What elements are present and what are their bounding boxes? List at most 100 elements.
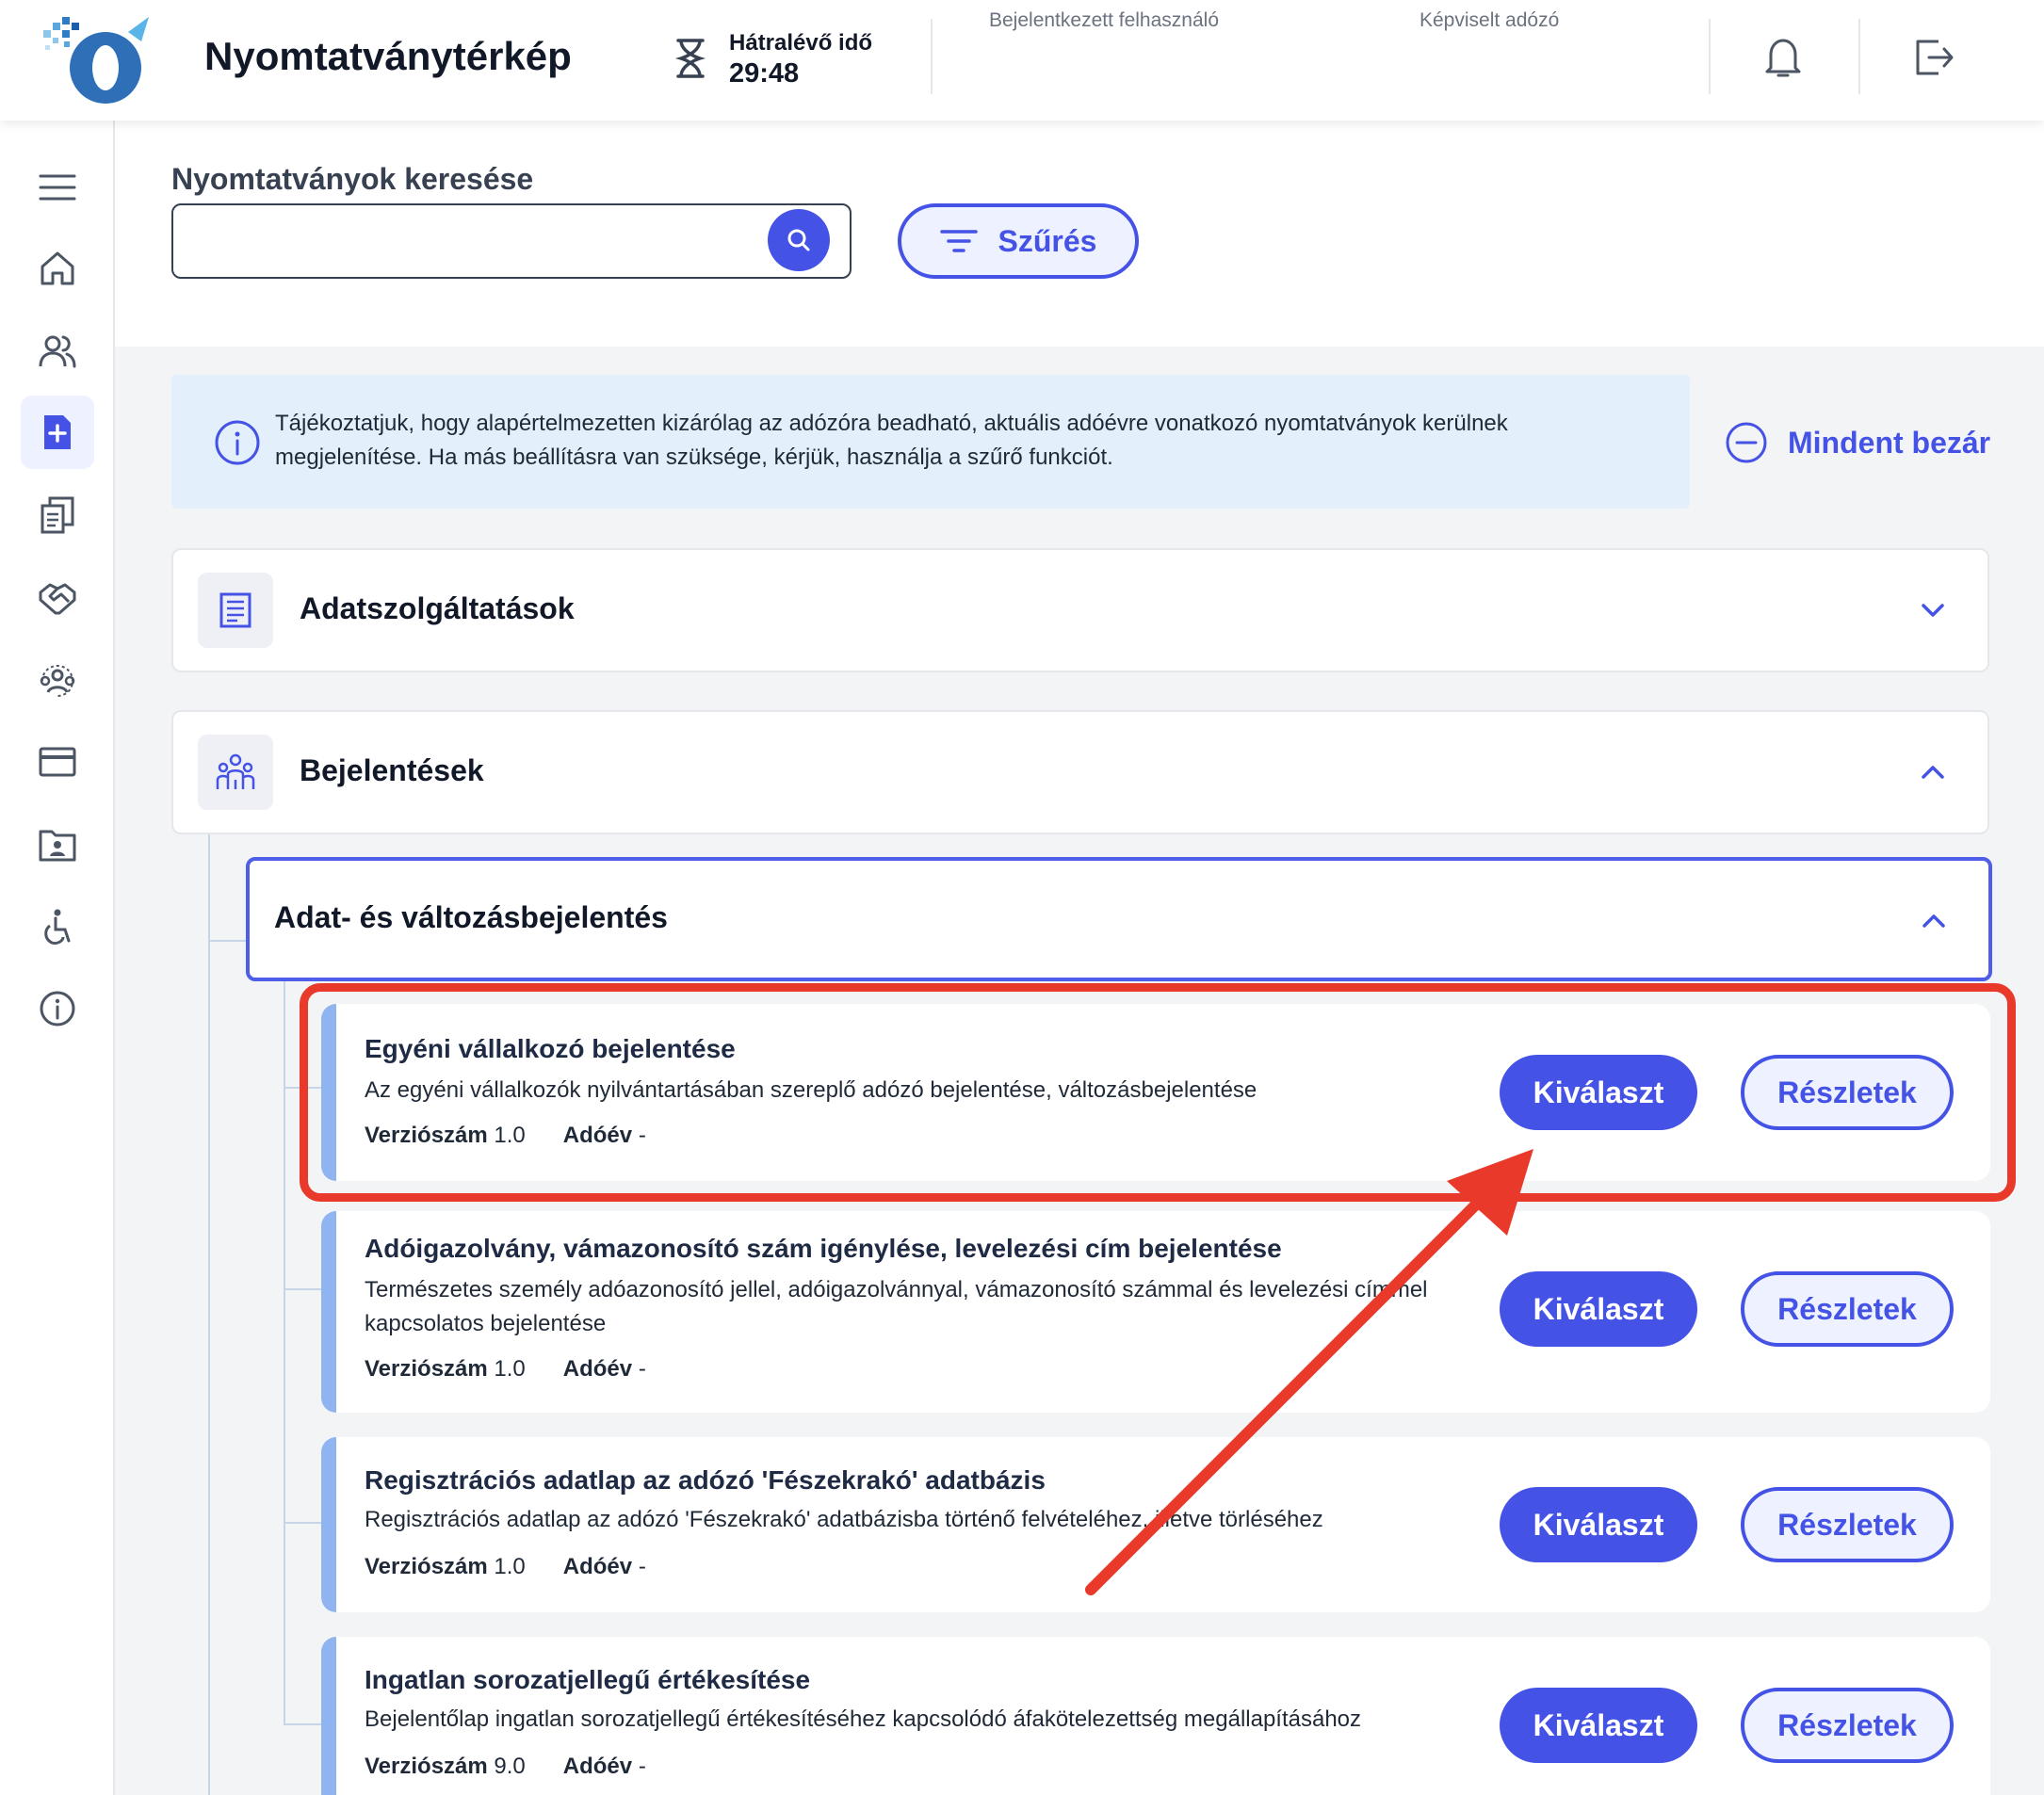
chevron-up-icon[interactable] (1917, 904, 1951, 938)
tax-year-info: Adóév - (563, 1356, 646, 1383)
tax-year-label: Adóév (562, 1356, 633, 1382)
card-accent-stripe (321, 1211, 336, 1413)
menu-icon (39, 174, 76, 201)
sidebar-item-contacts[interactable] (21, 808, 94, 881)
sidebar-item-group[interactable] (21, 644, 94, 718)
version-label: Verziószám (365, 1754, 488, 1779)
form-card: Ingatlan sorozatjellegű értékesítése Bej… (321, 1637, 1990, 1795)
sidebar-menu-toggle[interactable] (21, 151, 94, 224)
subsection-title: Adat- és változásbejelentés (274, 900, 668, 934)
version-label: Verziószám (365, 1123, 488, 1148)
info-icon (215, 420, 260, 465)
card-accent-stripe (321, 1004, 336, 1181)
tax-year-value: - (638, 1356, 646, 1382)
card-title: Egyéni vállalkozó bejelentése (365, 1034, 736, 1063)
search-input[interactable] (171, 203, 852, 279)
logout-icon[interactable] (1912, 34, 1955, 81)
section-title: Adatszolgáltatások (300, 591, 575, 625)
sidebar-nav (0, 121, 115, 1795)
new-form-icon (44, 415, 71, 449)
version-value: 9.0 (494, 1754, 526, 1779)
card-meta: Verziószám 9.0 Adóév - (365, 1754, 646, 1780)
tree-line (208, 940, 246, 942)
tax-year-label: Adóév (562, 1754, 633, 1779)
filter-label: Szűrés (998, 223, 1097, 258)
version-info: Verziószám 1.0 (365, 1554, 526, 1580)
form-card: Adóigazolvány, vámazonosító szám igénylé… (321, 1211, 1990, 1413)
timer-label: Hátralévő idő (729, 30, 873, 56)
people-icon (216, 753, 255, 789)
card-title: Adóigazolvány, vámazonosító szám igénylé… (365, 1234, 1282, 1263)
group-icon (40, 664, 75, 697)
select-button[interactable]: Kiválaszt (1500, 1055, 1697, 1130)
card-meta: Verziószám 1.0 Adóév - (365, 1356, 646, 1383)
sidebar-item-cooperation[interactable] (21, 561, 94, 635)
logged-in-user-label: Bejelentkezett felhasználó (989, 9, 1219, 31)
info-icon (40, 991, 75, 1027)
filter-icon (939, 230, 978, 252)
sidebar-item-payments[interactable] (21, 725, 94, 799)
section-bejelentesek[interactable]: Bejelentések (171, 710, 1989, 834)
timer-value: 29:48 (729, 58, 800, 89)
card-title: Ingatlan sorozatjellegű értékesítése (365, 1665, 811, 1694)
bell-icon[interactable] (1761, 34, 1805, 81)
card-meta: Verziószám 1.0 Adóév - (365, 1554, 646, 1580)
search-button[interactable] (768, 209, 830, 271)
accessibility-icon (44, 909, 71, 945)
card-meta: Verziószám 1.0 Adóév - (365, 1123, 646, 1149)
select-button[interactable]: Kiválaszt (1500, 1271, 1697, 1347)
minus-circle-icon (1726, 422, 1767, 463)
version-value: 1.0 (494, 1123, 526, 1148)
info-text: Tájékoztatjuk, hogy alapértelmezetten ki… (275, 411, 1508, 470)
home-icon (41, 251, 74, 285)
sidebar-item-accessibility[interactable] (21, 891, 94, 964)
sidebar-item-users[interactable] (21, 315, 94, 388)
hourglass-icon (674, 39, 706, 78)
version-value: 1.0 (494, 1356, 526, 1382)
chevron-down-icon[interactable] (1916, 593, 1950, 627)
handshake-icon (39, 583, 76, 615)
card-icon (39, 747, 76, 777)
version-value: 1.0 (494, 1554, 526, 1579)
documents-icon (41, 496, 74, 534)
select-button[interactable]: Kiválaszt (1500, 1688, 1697, 1763)
subsection-adat-valtozasbejelentes[interactable]: Adat- és változásbejelentés (246, 857, 1992, 981)
sidebar-item-documents[interactable] (21, 478, 94, 552)
onya-logo[interactable] (38, 13, 151, 107)
sidebar-item-new-form[interactable] (21, 396, 94, 469)
version-info: Verziószám 1.0 (365, 1123, 526, 1149)
tax-year-info: Adóév - (563, 1123, 646, 1149)
version-label: Verziószám (365, 1356, 488, 1382)
details-button[interactable]: Részletek (1741, 1055, 1954, 1130)
card-description: Bejelentőlap ingatlan sorozatjellegű ért… (365, 1706, 1362, 1732)
card-description: Az egyéni vállalkozók nyilvántartásában … (365, 1077, 1257, 1103)
users-icon (39, 335, 76, 368)
header-divider (931, 19, 933, 94)
sidebar-item-info[interactable] (21, 972, 94, 1045)
search-icon (787, 229, 810, 251)
card-description: Regisztrációs adatlap az adózó 'Fészekra… (365, 1507, 1323, 1532)
tax-year-info: Adóév - (563, 1754, 646, 1780)
close-all-button[interactable]: Mindent bezár (1724, 420, 1990, 465)
select-button[interactable]: Kiválaszt (1500, 1487, 1697, 1562)
filter-button[interactable]: Szűrés (898, 203, 1139, 279)
chevron-up-icon[interactable] (1916, 755, 1950, 789)
section-title: Bejelentések (300, 753, 484, 787)
section-icon-box (198, 573, 273, 648)
tax-year-label: Adóév (562, 1554, 633, 1579)
details-button[interactable]: Részletek (1741, 1688, 1954, 1763)
tree-line (284, 1723, 321, 1725)
details-button[interactable]: Részletek (1741, 1271, 1954, 1347)
section-adatszolgaltatasok[interactable]: Adatszolgáltatások (171, 548, 1989, 672)
card-title: Regisztrációs adatlap az adózó 'Fészekra… (365, 1465, 1046, 1495)
close-all-label: Mindent bezár (1788, 425, 1991, 460)
tax-year-info: Adóév - (563, 1554, 646, 1580)
tree-line (208, 834, 210, 1795)
sidebar-item-home[interactable] (21, 232, 94, 305)
details-button[interactable]: Részletek (1741, 1487, 1954, 1562)
document-list-icon (219, 592, 251, 628)
header-divider (1858, 19, 1860, 94)
top-header: Nyomtatványtérkép Hátralévő idő 29:48 Be… (0, 0, 2044, 121)
tree-line (284, 981, 285, 1725)
tree-line (284, 1522, 321, 1524)
